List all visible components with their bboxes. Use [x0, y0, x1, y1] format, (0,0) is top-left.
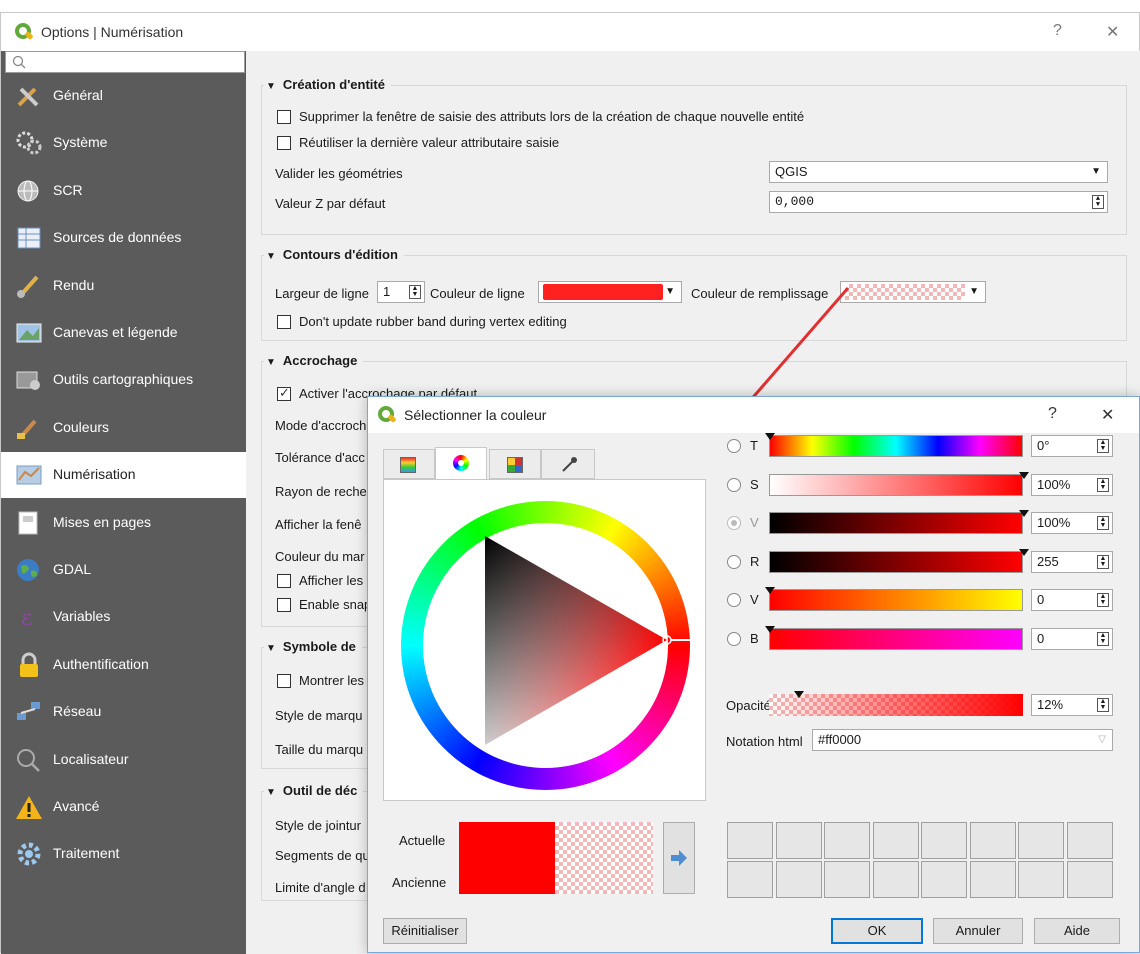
custom-color-swatch[interactable]: [969, 822, 1016, 859]
old-color-label: Ancienne: [392, 875, 447, 890]
custom-color-swatch[interactable]: [872, 861, 919, 898]
channel-spinbox[interactable]: 0 ▲ ▼: [1031, 627, 1113, 650]
custom-color-swatch[interactable]: [1018, 822, 1064, 859]
custom-color-swatch[interactable]: [872, 822, 919, 859]
tab-color-wheel[interactable]: [435, 447, 487, 479]
channel-spinbox[interactable]: 0° ▲ ▼: [1031, 435, 1113, 457]
channel-label: T: [750, 438, 758, 453]
help-button[interactable]: Aide: [1034, 918, 1120, 944]
custom-color-swatch[interactable]: [969, 861, 1016, 898]
current-color-label: Actuelle: [399, 833, 446, 848]
channel-value: 0: [1037, 592, 1045, 607]
channel-value: 100%: [1037, 515, 1071, 530]
current-color-swatch: [459, 822, 555, 894]
chevron-down-icon: ▽: [1098, 734, 1106, 745]
channel-slider[interactable]: [769, 510, 1029, 534]
channel-spinbox[interactable]: 100% ▲ ▼: [1031, 473, 1113, 496]
swatch-grid-icon: [507, 457, 523, 473]
channel-value: 100%: [1037, 476, 1071, 492]
opacity-value: 12%: [1037, 697, 1064, 712]
channel-value: 255: [1037, 553, 1059, 569]
custom-color-swatch[interactable]: [1018, 861, 1064, 898]
slider-handle[interactable]: [765, 625, 775, 633]
slider-handle[interactable]: [765, 587, 775, 594]
dialog-title: Sélectionner la couleur: [404, 407, 547, 423]
spin-arrows-icon[interactable]: ▲ ▼: [1097, 439, 1109, 453]
tab-eyedropper[interactable]: [541, 449, 595, 479]
channel-label: B: [750, 630, 759, 646]
channel-radio[interactable]: [727, 631, 741, 646]
spin-arrows-icon[interactable]: ▲ ▼: [1097, 698, 1109, 712]
slider-handle[interactable]: [1019, 548, 1029, 556]
html-notation-value: #ff0000: [818, 732, 862, 747]
tab-swatch-grid[interactable]: [489, 449, 541, 479]
apply-old-color-button[interactable]: [663, 822, 695, 894]
dialog-close-button[interactable]: ✕: [1101, 405, 1114, 425]
saturation-value-triangle[interactable]: [384, 480, 707, 802]
channel-radio[interactable]: [727, 554, 741, 569]
channel-slider[interactable]: [769, 548, 1029, 573]
color-wheel-pane[interactable]: [383, 479, 706, 801]
opacity-spinbox[interactable]: 12% ▲ ▼: [1031, 694, 1113, 716]
channel-radio[interactable]: [727, 516, 741, 530]
qgis-logo-icon: [378, 406, 397, 424]
channel-label: R: [750, 553, 760, 569]
channel-spinbox[interactable]: 255 ▲ ▼: [1031, 550, 1113, 573]
tab-color-ramp[interactable]: [383, 449, 435, 479]
custom-color-swatch[interactable]: [1066, 861, 1113, 898]
slider-handle[interactable]: [1019, 471, 1029, 479]
channel-slider[interactable]: [765, 625, 1023, 650]
channel-value: 0: [1037, 630, 1045, 646]
opacity-slider[interactable]: [769, 691, 1023, 716]
spin-arrows-icon[interactable]: ▲ ▼: [1097, 631, 1109, 646]
channel-spinbox[interactable]: 0 ▲ ▼: [1031, 589, 1113, 611]
custom-color-swatch[interactable]: [824, 822, 870, 859]
spin-arrows-icon[interactable]: ▲ ▼: [1097, 516, 1109, 530]
channel-slider[interactable]: [765, 433, 1023, 457]
current-alpha-swatch: [555, 822, 653, 894]
channel-spinbox[interactable]: 100% ▲ ▼: [1031, 512, 1113, 534]
custom-color-swatch[interactable]: [921, 822, 967, 859]
arrow-right-icon: [671, 850, 687, 866]
opacity-label: Opacité: [726, 698, 771, 713]
custom-color-swatch[interactable]: [727, 822, 773, 859]
html-notation-label: Notation html: [726, 734, 803, 749]
opacity-slider-handle[interactable]: [794, 691, 805, 698]
channel-radio[interactable]: [727, 593, 741, 607]
eyedropper-icon: [562, 457, 577, 472]
reset-button[interactable]: Réinitialiser: [383, 918, 467, 944]
channel-label: S: [750, 476, 759, 492]
custom-color-swatch[interactable]: [824, 861, 870, 898]
custom-color-swatch[interactable]: [727, 861, 773, 898]
channel-value: 0°: [1037, 438, 1050, 453]
dialog-title-bar: Sélectionner la couleur ? ✕: [368, 397, 1139, 433]
html-notation-input[interactable]: #ff0000 ▽: [812, 729, 1113, 751]
dialog-help-button[interactable]: ?: [1048, 405, 1057, 423]
spin-arrows-icon[interactable]: ▲ ▼: [1097, 477, 1109, 492]
custom-color-swatch[interactable]: [775, 861, 822, 898]
channel-radio[interactable]: [727, 439, 741, 453]
spin-arrows-icon[interactable]: ▲ ▼: [1097, 593, 1109, 607]
channel-radio[interactable]: [727, 477, 741, 492]
ok-button[interactable]: OK: [831, 918, 923, 944]
channel-slider[interactable]: [769, 471, 1029, 496]
custom-color-swatch[interactable]: [775, 822, 822, 859]
channel-slider[interactable]: [765, 587, 1023, 611]
color-ramp-icon: [400, 457, 416, 473]
slider-handle[interactable]: [765, 433, 775, 440]
channel-label: V: [750, 592, 759, 607]
slider-handle[interactable]: [1019, 510, 1029, 517]
color-wheel-icon: [453, 455, 469, 471]
color-picker-dialog: Sélectionner la couleur ? ✕ T 0° ▲ ▼ S 100%: [367, 396, 1140, 953]
custom-color-swatch[interactable]: [1066, 822, 1113, 859]
custom-color-swatch[interactable]: [921, 861, 967, 898]
cancel-button[interactable]: Annuler: [933, 918, 1023, 944]
channel-label: V: [750, 515, 759, 530]
spin-arrows-icon[interactable]: ▲ ▼: [1097, 554, 1109, 569]
